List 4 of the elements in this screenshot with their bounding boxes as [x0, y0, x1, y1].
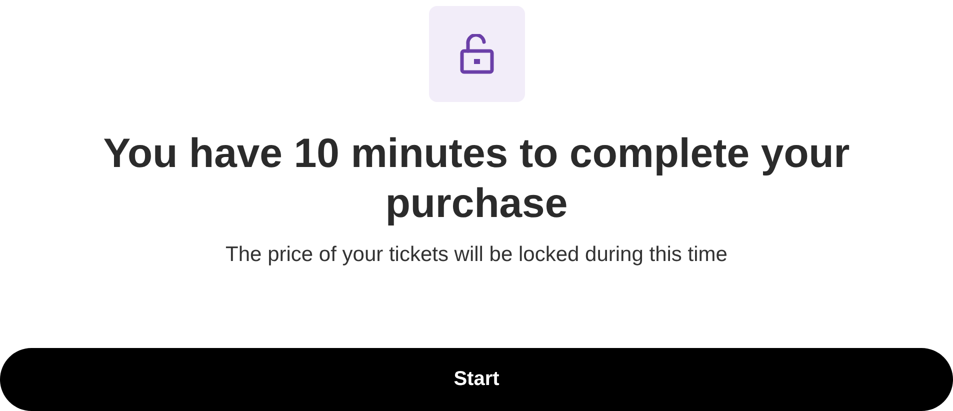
- subtitle: The price of your tickets will be locked during this time: [226, 242, 728, 268]
- heading: You have 10 minutes to complete your purchase: [102, 129, 851, 228]
- start-button[interactable]: Start: [0, 348, 953, 411]
- unlocked-padlock-icon: [458, 34, 494, 74]
